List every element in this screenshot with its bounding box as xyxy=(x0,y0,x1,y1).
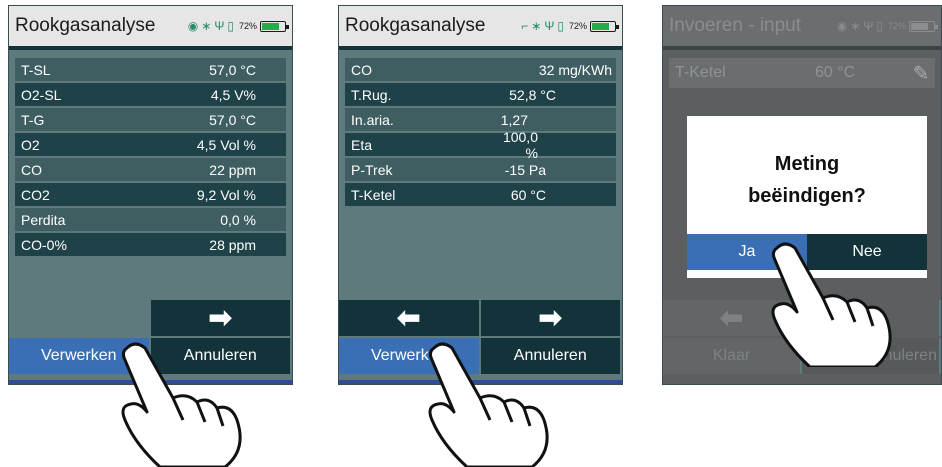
list-item: T.Rug. 52,8 °C xyxy=(345,83,616,106)
list-item: CO 32 mg/KWh xyxy=(345,58,616,81)
header: Rookgasanalyse ◉ ∗ Ψ ▯ 72% xyxy=(9,6,292,50)
screen-flue-gas-analysis-page1: Rookgasanalyse ◉ ∗ Ψ ▯ 72% T-SL 57,0 °C O… xyxy=(8,5,293,385)
battery-icon xyxy=(909,20,938,32)
list-item: T-Ketel 60 °C xyxy=(345,183,616,206)
list-item: T-G 57,0 °C xyxy=(15,108,286,131)
probe-icon: ⌐ xyxy=(521,19,529,33)
bluetooth-icon: ∗ xyxy=(531,19,542,33)
arrow-bar: ➡ xyxy=(9,300,292,336)
pointing-hand-icon xyxy=(428,342,549,467)
prev-page-button[interactable]: ⬅ xyxy=(339,300,481,336)
empty-slot xyxy=(9,300,151,336)
battery-icon xyxy=(590,20,619,32)
list-item: CO2 9,2 Vol % xyxy=(15,183,286,206)
plug-icon: ▯ xyxy=(227,19,234,33)
arrow-left-icon: ⬅ xyxy=(397,302,421,333)
arrow-right-icon: ➡ xyxy=(208,302,232,333)
screen-flue-gas-analysis-page2: Rookgasanalyse ⌐ ∗ Ψ ▯ 72% CO 32 mg/KWh T… xyxy=(338,5,623,385)
dialog-message: Meting beëindigen? xyxy=(748,153,866,207)
list-item: CO 22 ppm xyxy=(15,158,286,181)
signal-icon: ◉ xyxy=(187,19,199,33)
battery-percent: 72% xyxy=(887,21,906,31)
plug-icon: ▯ xyxy=(876,19,883,33)
battery-percent: 72% xyxy=(238,21,257,31)
arrow-bar: ⬅ ➡ xyxy=(339,300,622,336)
battery-icon xyxy=(260,20,289,32)
battery-percent: 72% xyxy=(568,21,587,31)
input-value: 60 °C xyxy=(815,64,856,81)
pointing-hand-icon xyxy=(771,242,892,367)
bluetooth-icon: ∗ xyxy=(201,19,212,33)
input-row[interactable]: T-Ketel 60 °C ✎ xyxy=(669,58,935,88)
pointing-hand-icon xyxy=(121,342,242,467)
next-page-button[interactable]: ➡ xyxy=(480,300,622,336)
status-bar: ◉ ∗ Ψ ▯ 72% xyxy=(837,19,941,33)
input-label: T-Ketel xyxy=(675,64,726,81)
screen-title: Invoeren - input xyxy=(669,15,802,36)
arrow-left-icon: ⬅ xyxy=(719,302,744,333)
screen-title: Rookgasanalyse xyxy=(15,15,156,36)
list-item: Eta 100,0 % xyxy=(345,129,616,161)
list-item: CO-0% 28 ppm xyxy=(15,233,286,256)
usb-icon: Ψ xyxy=(544,19,555,33)
arrow-right-icon: ➡ xyxy=(538,302,562,333)
list-item: O2-SL 4,5 V% xyxy=(15,83,286,106)
status-bar: ◉ ∗ Ψ ▯ 72% xyxy=(188,19,292,33)
header: Rookgasanalyse ⌐ ∗ Ψ ▯ 72% xyxy=(339,6,622,50)
usb-icon: Ψ xyxy=(863,19,874,33)
usb-icon: Ψ xyxy=(214,19,225,33)
pencil-icon[interactable]: ✎ xyxy=(907,61,935,86)
header: Invoeren - input ◉ ∗ Ψ ▯ 72% xyxy=(663,6,941,50)
list-item: T-SL 57,0 °C xyxy=(15,58,286,81)
status-bar: ⌐ ∗ Ψ ▯ 72% xyxy=(521,19,622,33)
bluetooth-icon: ∗ xyxy=(850,19,861,33)
signal-icon: ◉ xyxy=(836,19,848,33)
measurement-list: T-SL 57,0 °C O2-SL 4,5 V% T-G 57,0 °C O2 4,5… xyxy=(15,58,286,258)
next-page-button[interactable]: ➡ xyxy=(150,300,292,336)
plug-icon: ▯ xyxy=(557,19,564,33)
list-item: O2 4,5 Vol % xyxy=(15,133,286,156)
measurement-list: CO 32 mg/KWh T.Rug. 52,8 °C In.aria. 1,27 E… xyxy=(345,58,616,208)
screen-title: Rookgasanalyse xyxy=(345,15,486,36)
list-item: P-Trek -15 Pa xyxy=(345,158,616,181)
list-item: Perdita 0,0 % xyxy=(15,208,286,231)
